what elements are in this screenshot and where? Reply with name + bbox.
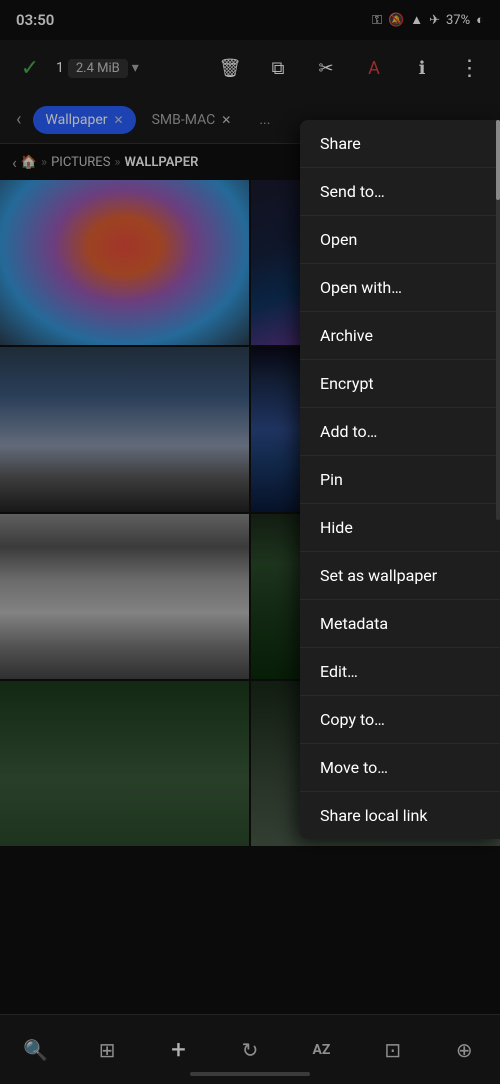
menu-item-copy-to[interactable]: Copy to… <box>300 696 500 744</box>
menu-item-open[interactable]: Open <box>300 216 500 264</box>
menu-item-share-local[interactable]: Share local link <box>300 792 500 839</box>
menu-item-metadata[interactable]: Metadata <box>300 600 500 648</box>
menu-item-hide[interactable]: Hide <box>300 504 500 552</box>
context-menu: Share Send to… Open Open with… Archive E… <box>300 120 500 839</box>
menu-scrollbar <box>496 120 500 520</box>
menu-item-open-with[interactable]: Open with… <box>300 264 500 312</box>
menu-item-share[interactable]: Share <box>300 120 500 168</box>
menu-item-pin[interactable]: Pin <box>300 456 500 504</box>
menu-item-send-to[interactable]: Send to… <box>300 168 500 216</box>
menu-item-edit[interactable]: Edit… <box>300 648 500 696</box>
menu-scrollbar-thumb <box>496 120 500 200</box>
menu-item-set-wallpaper[interactable]: Set as wallpaper <box>300 552 500 600</box>
menu-item-archive[interactable]: Archive <box>300 312 500 360</box>
menu-item-encrypt[interactable]: Encrypt <box>300 360 500 408</box>
menu-item-add-to[interactable]: Add to… <box>300 408 500 456</box>
menu-item-move-to[interactable]: Move to… <box>300 744 500 792</box>
